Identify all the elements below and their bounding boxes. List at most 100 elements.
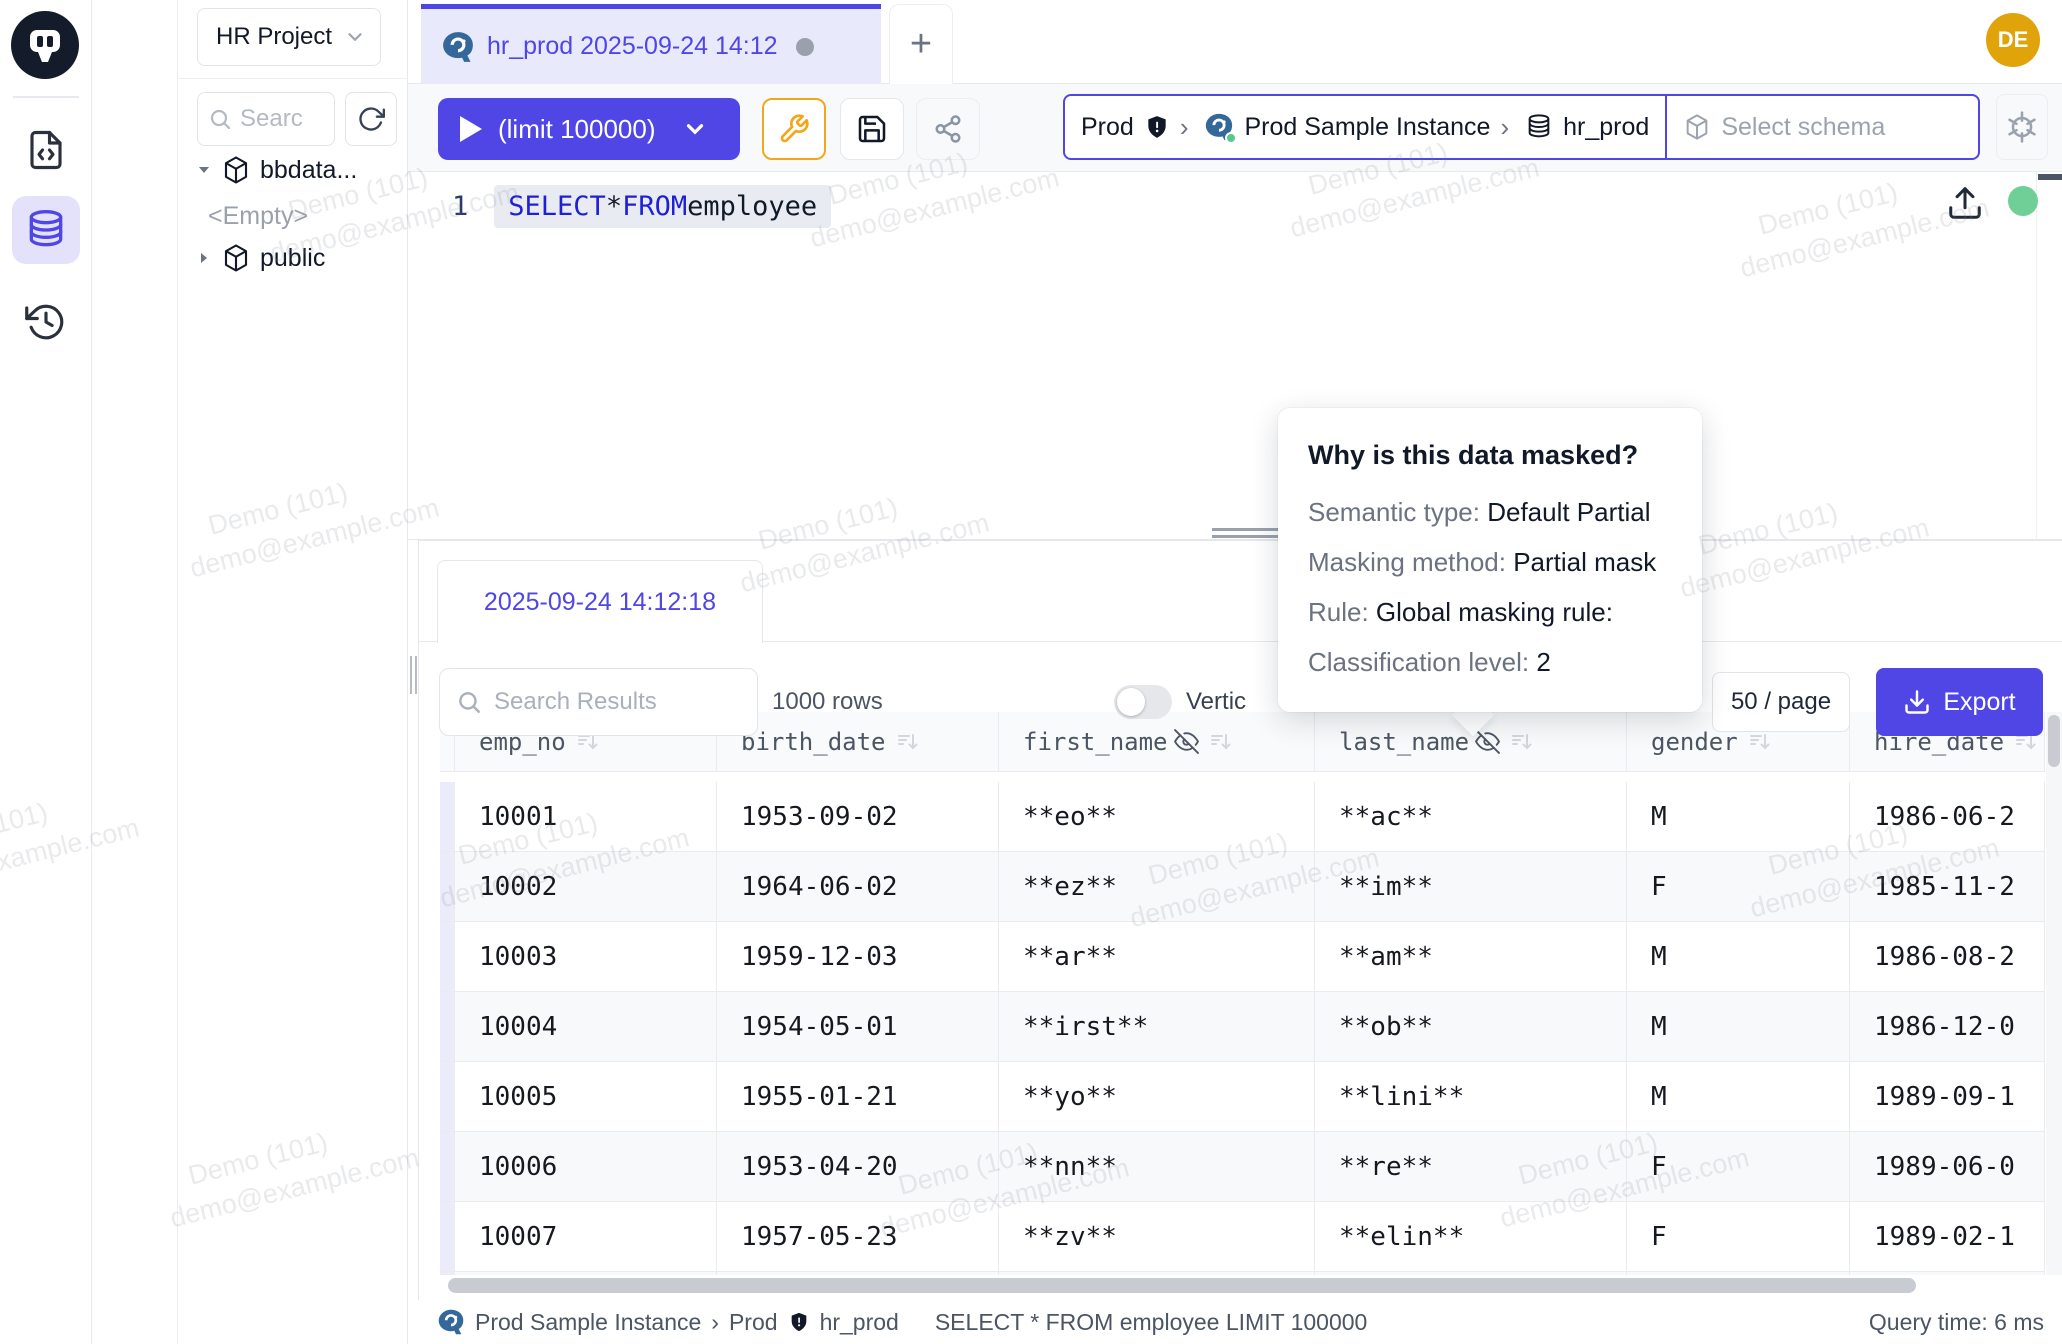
vertical-scrollbar-track[interactable] [2046, 712, 2062, 1275]
page-size-select[interactable]: 50 / page [1712, 672, 1850, 732]
cell-masked[interactable]: **ob** [1315, 992, 1627, 1062]
upload-icon[interactable] [1946, 184, 1984, 227]
schema-selector[interactable]: Select schema [1665, 96, 1978, 158]
cell[interactable]: 10005 [455, 1062, 717, 1132]
cell[interactable]: 10007 [455, 1202, 717, 1272]
export-button[interactable]: Export [1876, 668, 2043, 736]
project-selector[interactable]: HR Project [197, 8, 381, 66]
row-gutter [440, 1062, 455, 1132]
cell[interactable]: 1954-05-01 [717, 992, 999, 1062]
cell[interactable]: M [1627, 992, 1850, 1062]
download-icon [1903, 688, 1931, 716]
new-tab-button[interactable]: + [889, 4, 953, 84]
refresh-button[interactable] [345, 92, 397, 146]
database-panel-button[interactable] [12, 196, 80, 264]
cell[interactable]: 10003 [455, 922, 717, 992]
cell[interactable]: 1959-12-03 [717, 922, 999, 992]
cell[interactable]: 10001 [455, 782, 717, 852]
horizontal-scrollbar[interactable] [448, 1278, 1916, 1293]
tree-item-schema[interactable]: bbdata... [178, 150, 408, 190]
cell-masked[interactable]: **ac** [1315, 782, 1627, 852]
sort-icon[interactable] [896, 730, 920, 754]
cell[interactable]: M [1627, 1062, 1850, 1132]
cell-masked[interactable]: **eo** [999, 782, 1315, 852]
run-query-button[interactable]: (limit 100000) [438, 98, 740, 160]
breadcrumb-instance[interactable]: Prod Sample Instance › [1204, 96, 1525, 158]
share-button[interactable] [916, 98, 980, 160]
sql-editor-line-1[interactable]: 1 SELECT * FROM employee [452, 182, 831, 230]
postgresql-icon [437, 1308, 465, 1336]
panel-drag-grip[interactable] [415, 656, 417, 694]
cell[interactable] [1850, 1272, 2045, 1275]
cell-masked[interactable]: **im** [1315, 852, 1627, 922]
cell[interactable]: F [1627, 1132, 1850, 1202]
cell[interactable]: 1953-04-20 [717, 1132, 999, 1202]
caret-down-icon[interactable] [196, 162, 212, 178]
sort-icon[interactable] [1748, 730, 1772, 754]
cell[interactable]: 1957-05-23 [717, 1202, 999, 1272]
masking-tooltip: Why is this data masked? Semantic type: … [1278, 408, 1702, 712]
cell-masked[interactable]: **re** [1315, 1132, 1627, 1202]
cell[interactable]: F [1627, 1202, 1850, 1272]
cell[interactable]: 10006 [455, 1132, 717, 1202]
cell-masked[interactable]: **zv** [999, 1202, 1315, 1272]
cell-masked[interactable]: **ez** [999, 852, 1315, 922]
caret-right-icon[interactable] [196, 250, 212, 266]
tooltip-field: Classification level: 2 [1308, 647, 1672, 678]
cell[interactable] [999, 1272, 1315, 1275]
cell[interactable]: 1989-02-1 [1850, 1202, 2045, 1272]
cell[interactable]: 1989-06-0 [1850, 1132, 2045, 1202]
vertical-display-label: Vertic [1186, 668, 1246, 736]
chevron-down-icon[interactable] [682, 116, 708, 142]
cell[interactable] [717, 1272, 999, 1275]
cell-masked[interactable]: **ar** [999, 922, 1315, 992]
history-icon[interactable] [12, 288, 80, 356]
results-tab[interactable]: 2025-09-24 14:12:18 [437, 560, 763, 643]
cell[interactable] [455, 1272, 717, 1275]
cell[interactable]: 1989-09-1 [1850, 1062, 2045, 1132]
cell[interactable]: 1986-08-2 [1850, 922, 2045, 992]
worksheet-icon[interactable] [12, 116, 80, 184]
cell[interactable]: 10004 [455, 992, 717, 1062]
cell-masked[interactable]: **yo** [999, 1062, 1315, 1132]
cell[interactable]: 1955-01-21 [717, 1062, 999, 1132]
cell[interactable]: 10002 [455, 852, 717, 922]
cell[interactable]: 1986-06-2 [1850, 782, 2045, 852]
cell-masked[interactable]: **elin** [1315, 1202, 1627, 1272]
cell[interactable] [1627, 1272, 1850, 1275]
format-sql-button[interactable] [762, 98, 826, 160]
breadcrumb-database[interactable]: hr_prod [1525, 96, 1665, 158]
save-button[interactable] [840, 98, 904, 160]
cell-masked[interactable]: **am** [1315, 922, 1627, 992]
cell-masked[interactable]: **irst** [999, 992, 1315, 1062]
cell[interactable]: 1986-12-0 [1850, 992, 2045, 1062]
results-search-input[interactable]: Search Results [439, 668, 758, 736]
cell[interactable]: M [1627, 922, 1850, 992]
tree-item-public[interactable]: public [178, 238, 408, 278]
row-gutter [440, 852, 455, 922]
status-bar: Prod Sample Instance › Prod hr_prod SELE… [418, 1300, 2062, 1344]
cell[interactable]: 1985-11-2 [1850, 852, 2045, 922]
vertical-scrollbar[interactable] [2048, 715, 2060, 767]
sort-icon[interactable] [1510, 730, 1534, 754]
ai-assistant-button[interactable] [1996, 94, 2048, 160]
cell[interactable]: M [1627, 782, 1850, 852]
panel-drag-grip[interactable] [410, 656, 412, 694]
cell[interactable]: F [1627, 852, 1850, 922]
cell[interactable]: 1953-09-02 [717, 782, 999, 852]
sql-editor-tab[interactable]: hr_prod 2025-09-24 14:12 [421, 4, 881, 84]
bytebase-logo[interactable] [11, 11, 79, 79]
cell[interactable] [1315, 1272, 1627, 1275]
row-count: 1000 rows [772, 668, 883, 736]
avatar[interactable]: DE [1986, 13, 2040, 67]
vertical-display-toggle[interactable] [1114, 685, 1172, 719]
cell-masked[interactable]: **nn** [999, 1132, 1315, 1202]
results-search-placeholder: Search Results [494, 688, 657, 716]
status-query: SELECT * FROM employee LIMIT 100000 [935, 1309, 1368, 1336]
project-label: HR Project [216, 23, 332, 51]
breadcrumb-environment[interactable]: Prod › [1065, 96, 1204, 158]
cell[interactable]: 1964-06-02 [717, 852, 999, 922]
cell-masked[interactable]: **lini** [1315, 1062, 1627, 1132]
column-header-first-name[interactable]: first_name [999, 712, 1315, 772]
sidebar-search-input[interactable]: Searc [197, 92, 335, 146]
